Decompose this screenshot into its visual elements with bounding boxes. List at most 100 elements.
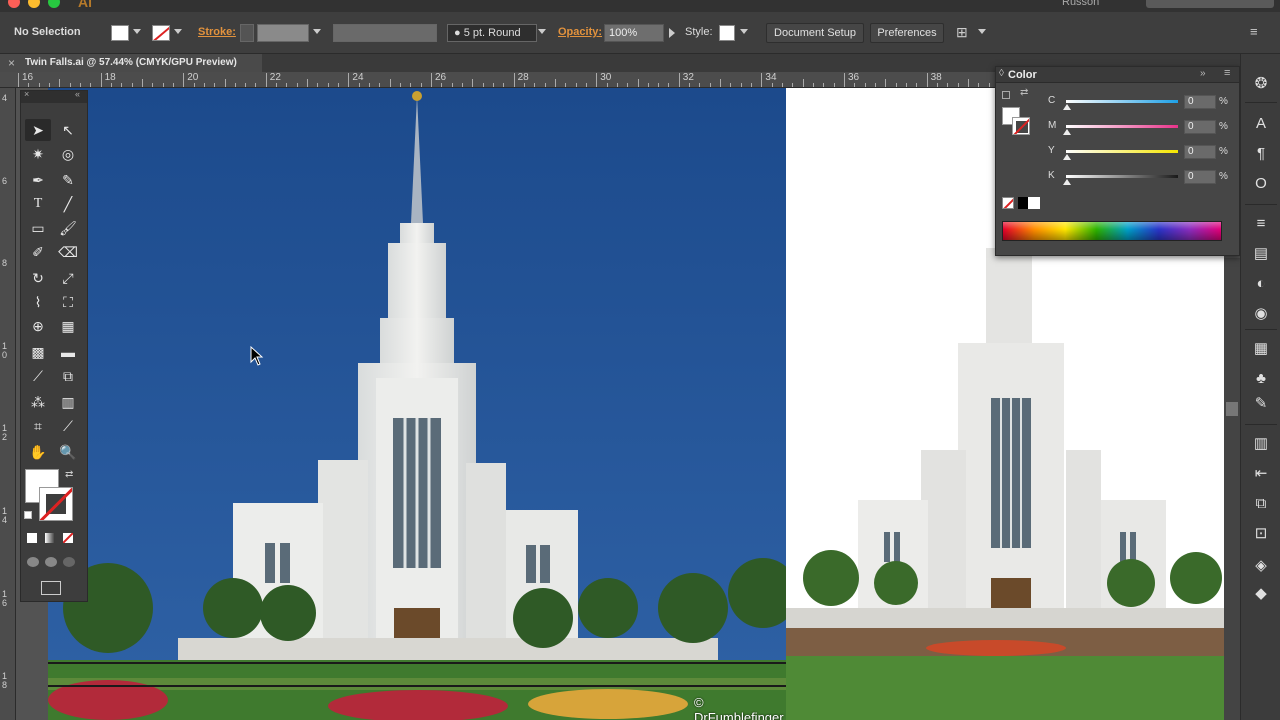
curvature-tool-icon[interactable]: ✎ xyxy=(55,169,81,191)
graphic-styles-icon[interactable]: ▦ xyxy=(1251,339,1271,359)
shape-builder-tool-icon[interactable]: ⊕ xyxy=(25,315,51,337)
line-segment-tool-icon[interactable]: ╱ xyxy=(55,193,81,215)
default-colors-icon[interactable] xyxy=(1002,91,1010,99)
rotate-tool-icon[interactable]: ↻ xyxy=(25,267,51,289)
channel-value-input[interactable]: 0 xyxy=(1184,95,1216,109)
chevron-down-icon[interactable] xyxy=(538,29,546,34)
zoom-window-button[interactable] xyxy=(48,0,60,8)
collapse-icon[interactable]: « xyxy=(75,89,80,99)
mesh-tool-icon[interactable]: ▩ xyxy=(25,341,51,363)
color-guide-icon[interactable]: ❂ xyxy=(1251,74,1271,94)
stroke-weight-stepper[interactable] xyxy=(240,24,254,42)
stroke-color-swatch[interactable] xyxy=(152,25,170,41)
stroke-label[interactable]: Stroke: xyxy=(198,26,236,38)
magic-wand-tool-icon[interactable]: ✷ xyxy=(25,143,51,165)
paragraph-icon[interactable]: ¶ xyxy=(1251,144,1271,164)
gradient-tool-icon[interactable]: ▬ xyxy=(55,341,81,363)
chevron-down-icon[interactable] xyxy=(133,29,141,34)
opentype-icon[interactable]: O xyxy=(1251,174,1271,194)
white-swatch[interactable] xyxy=(1028,197,1040,209)
zoom-tool-icon[interactable]: 🔍 xyxy=(55,441,81,463)
slider-thumb[interactable] xyxy=(1063,104,1071,110)
layers-icon[interactable]: ◆ xyxy=(1251,584,1271,604)
eyedropper-tool-icon[interactable]: ⟋ xyxy=(25,365,51,387)
stroke-swatch[interactable] xyxy=(1012,117,1030,135)
transparency-icon[interactable]: ◐ xyxy=(1251,274,1271,294)
channel-value-input[interactable]: 0 xyxy=(1184,145,1216,159)
slice-tool-icon[interactable]: ⟋ xyxy=(55,415,81,437)
collapse-icon[interactable]: » xyxy=(1200,68,1206,79)
vertical-scrollbar[interactable] xyxy=(1224,258,1240,720)
close-icon[interactable]: × xyxy=(24,89,29,99)
swap-fill-stroke-icon[interactable]: ⇄ xyxy=(65,469,73,480)
stroke-icon[interactable]: ≡ xyxy=(1251,214,1271,234)
paintbrush-tool-icon[interactable]: 🖌 xyxy=(55,217,81,239)
pathfinder-icon[interactable]: ⧉ xyxy=(1251,494,1271,514)
document-tab[interactable]: × Twin Falls.ai @ 57.44% (CMYK/GPU Previ… xyxy=(0,54,262,72)
panel-menu-icon[interactable]: ≡ xyxy=(1250,24,1258,39)
chevron-down-icon[interactable] xyxy=(313,29,321,34)
panel-expand-icon[interactable]: ◊ xyxy=(999,68,1004,79)
none-swatch[interactable] xyxy=(1002,197,1014,209)
screen-mode-icon[interactable] xyxy=(41,581,61,595)
blend-tool-icon[interactable]: ⧉ xyxy=(55,365,81,387)
selection-tool-icon[interactable]: ➤ xyxy=(25,119,51,141)
draw-behind-icon[interactable] xyxy=(45,557,57,567)
stroke-weight-field[interactable] xyxy=(257,24,309,42)
eraser-tool-icon[interactable]: ⌫ xyxy=(55,241,81,263)
slider-thumb[interactable] xyxy=(1063,154,1071,160)
character-icon[interactable]: A xyxy=(1251,114,1271,134)
panel-menu-icon[interactable]: ≡ xyxy=(1224,67,1230,79)
user-menu[interactable]: Russon xyxy=(1062,0,1099,8)
tools-panel-header[interactable]: × « xyxy=(21,89,87,103)
default-fill-stroke-icon[interactable] xyxy=(24,511,32,519)
opacity-label[interactable]: Opacity: xyxy=(558,26,602,38)
document-setup-button[interactable]: Document Setup xyxy=(766,23,864,43)
gradient-mode-icon[interactable] xyxy=(45,533,55,543)
gradient-icon[interactable]: ▤ xyxy=(1251,244,1271,264)
stroke-swatch[interactable] xyxy=(39,487,73,521)
column-graph-tool-icon[interactable]: ▥ xyxy=(55,391,81,413)
close-window-button[interactable] xyxy=(8,0,20,8)
align-icon[interactable]: ⇤ xyxy=(1251,464,1271,484)
vertical-ruler[interactable]: 4 6 8 10 12 14 16 18 xyxy=(0,88,16,720)
chevron-down-icon[interactable] xyxy=(978,29,986,34)
minimize-window-button[interactable] xyxy=(28,0,40,8)
lasso-tool-icon[interactable]: ◎ xyxy=(55,143,81,165)
chevron-right-icon[interactable] xyxy=(669,28,675,38)
temple-photo-color[interactable]: © DrFumblefinger xyxy=(48,88,786,720)
brush-definition-select[interactable]: ● 5 pt. Round xyxy=(447,24,537,42)
pen-tool-icon[interactable]: ✒ xyxy=(25,169,51,191)
preferences-button[interactable]: Preferences xyxy=(870,23,944,43)
hand-tool-icon[interactable]: ✋ xyxy=(25,441,51,463)
artboard-tool-icon[interactable]: ⌗ xyxy=(25,415,51,437)
opacity-input[interactable]: 100% xyxy=(604,24,664,42)
close-tab-icon[interactable]: × xyxy=(8,56,15,70)
draw-normal-icon[interactable] xyxy=(27,557,39,567)
chevron-down-icon[interactable] xyxy=(740,29,748,34)
appearance-icon[interactable]: ◉ xyxy=(1251,304,1271,324)
scrollbar-thumb[interactable] xyxy=(1226,402,1238,416)
transform-icon[interactable]: ⊡ xyxy=(1251,524,1271,544)
slider-thumb[interactable] xyxy=(1063,179,1071,185)
slider-thumb[interactable] xyxy=(1063,129,1071,135)
search-input[interactable] xyxy=(1146,0,1274,8)
fill-color-swatch[interactable] xyxy=(111,25,129,41)
symbols-icon[interactable]: ♣ xyxy=(1251,369,1271,389)
blob-brush-tool-icon[interactable]: ✐ xyxy=(25,241,51,263)
none-mode-icon[interactable] xyxy=(63,533,73,543)
chevron-down-icon[interactable] xyxy=(174,29,182,34)
symbol-sprayer-tool-icon[interactable]: ⁂ xyxy=(25,391,51,413)
graphic-style-swatch[interactable] xyxy=(719,25,735,41)
channel-value-input[interactable]: 0 xyxy=(1184,120,1216,134)
channel-slider[interactable] xyxy=(1066,100,1178,103)
channel-slider[interactable] xyxy=(1066,175,1178,178)
channel-slider[interactable] xyxy=(1066,125,1178,128)
brushes-icon[interactable]: ✎ xyxy=(1251,394,1271,414)
scale-tool-icon[interactable]: ⤢ xyxy=(55,267,81,289)
perspective-grid-tool-icon[interactable]: ▦ xyxy=(55,315,81,337)
swap-colors-icon[interactable]: ⇄ xyxy=(1020,87,1028,98)
channel-slider[interactable] xyxy=(1066,150,1178,153)
type-tool-icon[interactable]: T xyxy=(25,193,51,215)
channel-value-input[interactable]: 0 xyxy=(1184,170,1216,184)
